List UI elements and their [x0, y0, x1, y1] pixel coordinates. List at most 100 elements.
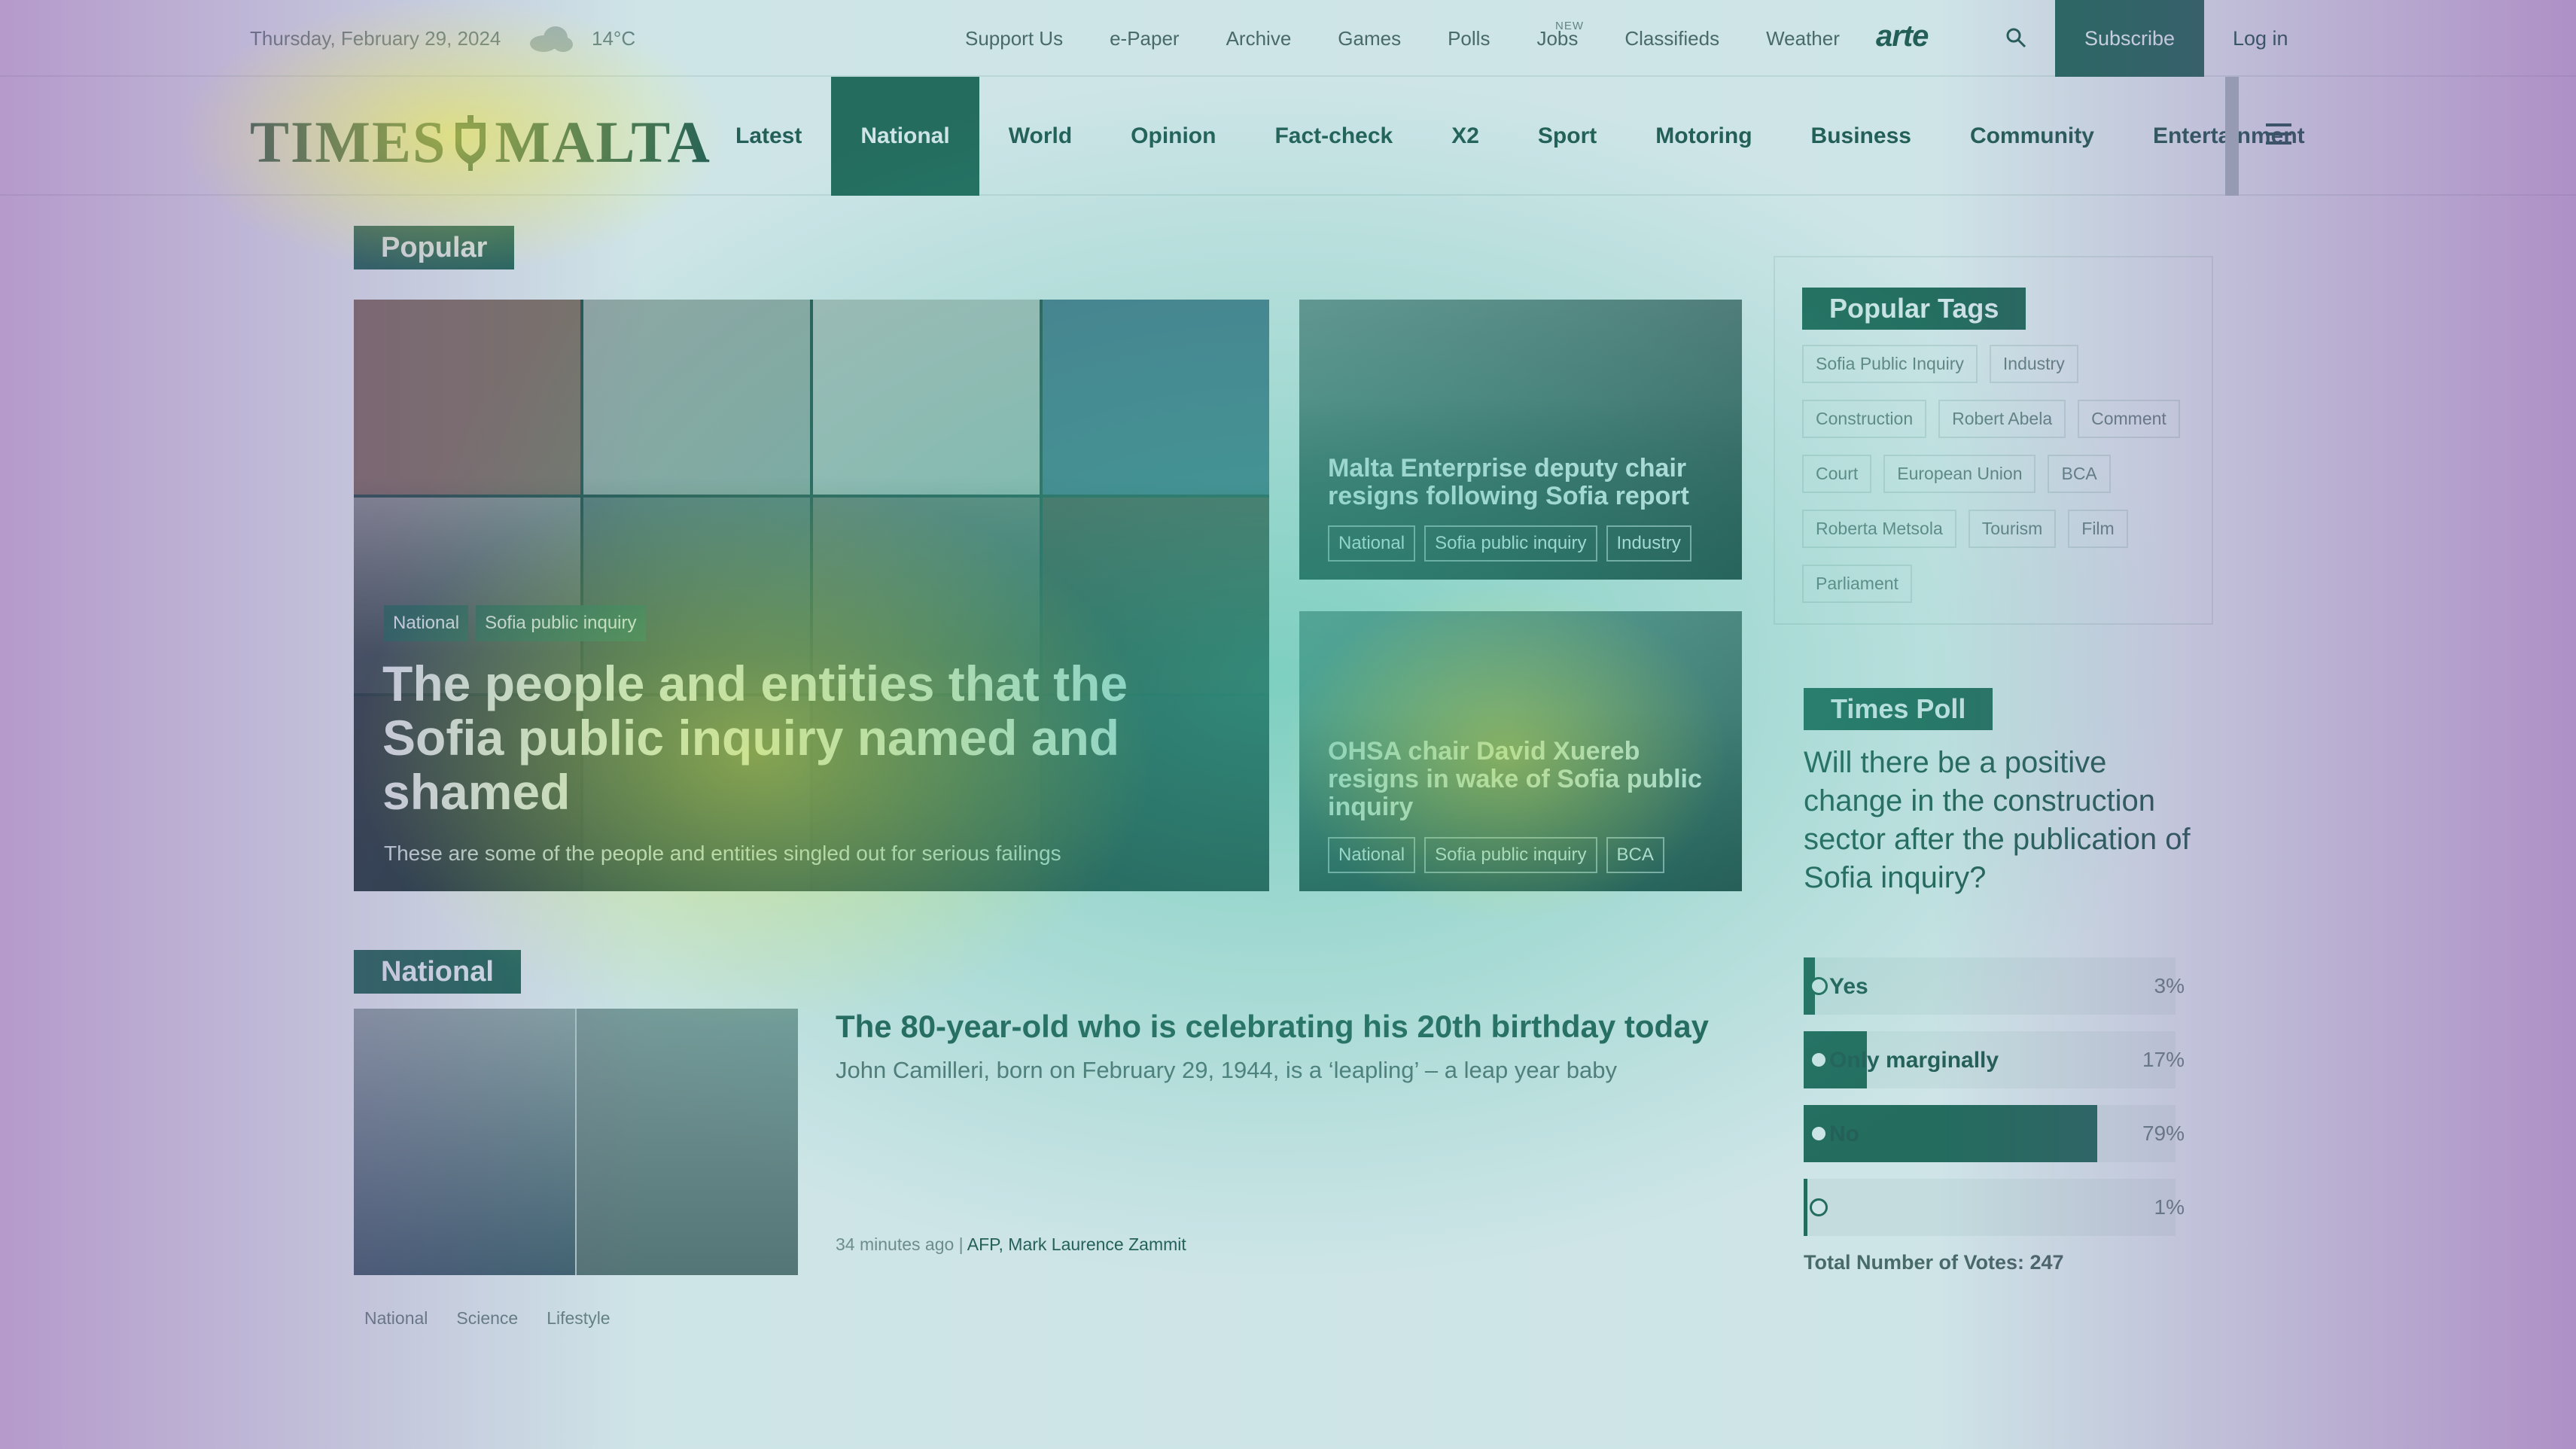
- tag-science[interactable]: Science: [446, 1304, 528, 1333]
- nav-item-opinion[interactable]: Opinion: [1101, 77, 1245, 196]
- poll-radio[interactable]: [1810, 1051, 1828, 1069]
- logo-text-left: TIMES: [250, 109, 447, 175]
- tag-chip[interactable]: Roberta Metsola: [1802, 510, 1956, 548]
- side-story-card[interactable]: OHSA chair David Xuereb resigns in wake …: [1299, 611, 1742, 891]
- top-utility-bar: Thursday, February 29, 2024 14°C Support…: [0, 0, 2576, 77]
- national-story-subtitle: John Camilleri, born on February 29, 194…: [836, 1057, 1617, 1083]
- hero-title[interactable]: The people and entities that the Sofia p…: [382, 656, 1210, 819]
- poll-percent: 79%: [2142, 1122, 2185, 1145]
- tag-chip[interactable]: Industry: [1989, 345, 2078, 383]
- arte-logo[interactable]: arte: [1876, 20, 1929, 53]
- tag-chip[interactable]: Court: [1802, 455, 1872, 493]
- poll-percent: 1%: [2154, 1195, 2185, 1219]
- poll-option[interactable]: Yes: [1804, 957, 2176, 1015]
- cloud-icon: [530, 26, 573, 52]
- crest-icon: [455, 115, 486, 171]
- hero-story[interactable]: National Sofia public inquiry The people…: [354, 300, 1269, 891]
- hero-subtitle: These are some of the people and entitie…: [384, 842, 1061, 865]
- tag-bca[interactable]: BCA: [1606, 837, 1664, 873]
- side-story-card[interactable]: Malta Enterprise deputy chair resigns fo…: [1299, 300, 1742, 580]
- story-title[interactable]: Malta Enterprise deputy chair resigns fo…: [1328, 455, 1719, 510]
- search-icon[interactable]: [2005, 27, 2026, 48]
- hamburger-menu-icon[interactable]: [2266, 123, 2291, 146]
- story-author[interactable]: AFP, Mark Laurence Zammit: [967, 1234, 1186, 1254]
- poll-percent: 17%: [2142, 1048, 2185, 1071]
- current-date: Thursday, February 29, 2024: [250, 27, 501, 50]
- popular-tags-heading: Popular Tags: [1802, 288, 2026, 330]
- logo-text-right: MALTA: [495, 109, 711, 175]
- tag-chip[interactable]: Parliament: [1802, 565, 1912, 603]
- poll-option-label: Only marginally: [1829, 1048, 1999, 1073]
- poll-option[interactable]: No: [1804, 1105, 2176, 1162]
- temperature: 14°C: [592, 27, 636, 50]
- section-nav: Latest National World Opinion Fact-check…: [706, 77, 2334, 196]
- nav-item-business[interactable]: Business: [1782, 77, 1941, 196]
- poll-option-label: No: [1829, 1122, 1859, 1146]
- popular-tags-list: Sofia Public Inquiry Industry Constructi…: [1802, 345, 2201, 603]
- nav-item-national[interactable]: National: [831, 77, 979, 196]
- link-support-us[interactable]: Support Us: [965, 27, 1063, 50]
- poll-option-label: Yes: [1829, 974, 1868, 999]
- main-navigation: TIMES MALTA Latest National World Opinio…: [0, 77, 2576, 196]
- tag-chip[interactable]: Film: [2068, 510, 2128, 548]
- national-story-meta: 34 minutes ago | AFP, Mark Laurence Zamm…: [836, 1234, 1186, 1255]
- link-games[interactable]: Games: [1338, 27, 1401, 50]
- link-polls[interactable]: Polls: [1448, 27, 1490, 50]
- link-e-paper[interactable]: e-Paper: [1110, 27, 1180, 50]
- jobs-new-badge: NEW: [1555, 20, 1584, 32]
- poll-percent: 3%: [2154, 974, 2185, 997]
- tag-chip[interactable]: Construction: [1802, 400, 1927, 438]
- nav-scroll-fade: [2225, 77, 2239, 196]
- nav-item-community[interactable]: Community: [1941, 77, 2124, 196]
- tag-national[interactable]: National: [1328, 837, 1416, 873]
- poll-total-votes: Total Number of Votes: 247: [1804, 1251, 2064, 1274]
- story-tags: National Sofia public inquiry Industry: [1328, 525, 1691, 562]
- tag-chip[interactable]: Tourism: [1968, 510, 2057, 548]
- link-weather[interactable]: Weather: [1766, 27, 1840, 50]
- nav-item-sport[interactable]: Sport: [1509, 77, 1626, 196]
- tag-national[interactable]: National: [1328, 525, 1416, 562]
- tag-chip[interactable]: BCA: [2048, 455, 2111, 493]
- tag-lifestyle[interactable]: Lifestyle: [536, 1304, 620, 1333]
- national-story-photo[interactable]: [354, 1009, 798, 1275]
- poll-question: Will there be a positive change in the c…: [1804, 746, 2191, 894]
- tag-sofia-public-inquiry[interactable]: Sofia public inquiry: [476, 605, 646, 641]
- tag-industry[interactable]: Industry: [1606, 525, 1691, 562]
- subscribe-button[interactable]: Subscribe: [2055, 0, 2204, 77]
- nav-item-x2[interactable]: X2: [1422, 77, 1509, 196]
- story-title[interactable]: OHSA chair David Xuereb resigns in wake …: [1328, 738, 1719, 821]
- story-tags: National Sofia public inquiry BCA: [1328, 837, 1664, 873]
- nav-item-motoring[interactable]: Motoring: [1626, 77, 1781, 196]
- poll-radio[interactable]: [1810, 977, 1828, 995]
- tag-chip[interactable]: European Union: [1883, 455, 2036, 493]
- nav-item-world[interactable]: World: [979, 77, 1101, 196]
- hero-tags: National Sofia public inquiry: [384, 605, 646, 641]
- tag-national[interactable]: National: [354, 1304, 438, 1333]
- story-time: 34 minutes ago |: [836, 1234, 964, 1254]
- tag-national[interactable]: National: [384, 605, 469, 641]
- national-story-title[interactable]: The 80-year-old who is celebrating his 2…: [836, 1009, 1709, 1045]
- tag-chip[interactable]: Comment: [2078, 400, 2180, 438]
- national-story-tags: National Science Lifestyle: [354, 1304, 621, 1333]
- utility-links: Support Us e-Paper Archive Games Polls J…: [965, 27, 1886, 50]
- nav-item-latest[interactable]: Latest: [706, 77, 831, 196]
- login-link[interactable]: Log in: [2233, 27, 2288, 50]
- popular-tags-box: Popular Tags Sofia Public Inquiry Indust…: [1774, 256, 2213, 625]
- poll-bar: [1804, 1179, 1807, 1236]
- national-heading: National: [354, 950, 521, 994]
- poll-option[interactable]: [1804, 1179, 2176, 1236]
- poll-radio[interactable]: [1810, 1198, 1828, 1216]
- poll-option[interactable]: Only marginally: [1804, 1031, 2176, 1088]
- poll-radio[interactable]: [1810, 1125, 1828, 1143]
- poll-track: [1804, 1179, 2176, 1236]
- link-archive[interactable]: Archive: [1226, 27, 1292, 50]
- tag-chip[interactable]: Sofia Public Inquiry: [1802, 345, 1978, 383]
- tag-chip[interactable]: Robert Abela: [1938, 400, 2066, 438]
- tag-sofia-public-inquiry[interactable]: Sofia public inquiry: [1424, 525, 1597, 562]
- site-logo[interactable]: TIMES MALTA: [250, 108, 711, 176]
- nav-item-fact-check[interactable]: Fact-check: [1245, 77, 1422, 196]
- popular-heading: Popular: [354, 226, 515, 269]
- link-classifieds[interactable]: Classifieds: [1624, 27, 1719, 50]
- tag-sofia-public-inquiry[interactable]: Sofia public inquiry: [1424, 837, 1597, 873]
- times-poll-heading: Times Poll: [1804, 688, 1993, 730]
